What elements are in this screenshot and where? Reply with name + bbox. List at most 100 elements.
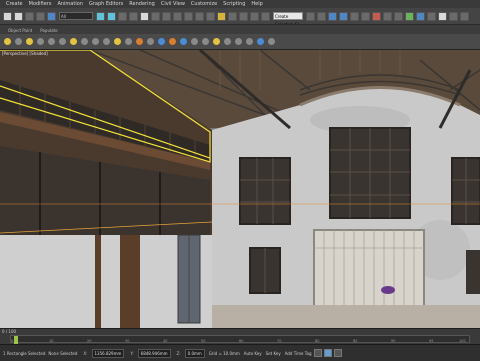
render-setup-icon[interactable] — [383, 11, 392, 21]
menu-modifiers[interactable]: Modifiers — [29, 0, 52, 8]
bone-icon[interactable] — [224, 38, 231, 45]
fire-icon[interactable] — [169, 38, 176, 45]
side-window-left — [239, 157, 291, 225]
rendered-frame-window-icon[interactable] — [394, 11, 403, 21]
graffiti-mark — [381, 286, 395, 294]
workspace-icon[interactable] — [449, 11, 458, 21]
go-to-end-icon[interactable] — [333, 349, 342, 357]
floor — [180, 305, 480, 328]
particle-icon[interactable] — [136, 38, 143, 45]
move-icon[interactable] — [140, 11, 149, 21]
target-icon[interactable] — [125, 38, 132, 45]
tick-label: 20 — [87, 339, 92, 343]
space-warp-icon[interactable] — [59, 38, 66, 45]
a360-icon[interactable] — [438, 11, 447, 21]
z-coord-field[interactable]: 0.0mm — [184, 348, 205, 358]
render-cloud-icon[interactable] — [427, 11, 436, 21]
teapot-icon[interactable] — [15, 38, 22, 45]
menu-scripting[interactable]: Scripting — [223, 0, 245, 8]
schematic-view-icon[interactable] — [361, 11, 370, 21]
pivot-center-icon[interactable] — [195, 11, 204, 21]
mirror-icon[interactable] — [306, 11, 315, 21]
x-coord-label: X: — [83, 350, 88, 356]
placement-icon[interactable] — [173, 11, 182, 21]
menu-rendering[interactable]: Rendering — [129, 0, 155, 8]
add-time-tag-button[interactable]: Add Time Tag — [285, 351, 312, 356]
render-production-icon[interactable] — [405, 11, 414, 21]
scale-icon[interactable] — [162, 11, 171, 21]
angle-snap-icon[interactable] — [228, 11, 237, 21]
tab-populate[interactable]: Populate — [40, 28, 57, 33]
water-icon[interactable] — [180, 38, 187, 45]
camera-icon[interactable] — [37, 38, 44, 45]
time-slider[interactable]: 0 10 20 30 40 50 60 70 80 85 90 95 100 — [10, 335, 470, 344]
geometry-icon[interactable] — [81, 38, 88, 45]
tick-label: 40 — [163, 339, 168, 343]
auto-key-button[interactable]: Auto Key — [244, 351, 262, 356]
light-bulb-icon[interactable] — [4, 38, 11, 45]
menu-customize[interactable]: Customize — [191, 0, 217, 8]
y-coord-field[interactable]: 6848.946mm — [137, 348, 171, 358]
reference-coordinate-icon[interactable] — [184, 11, 193, 21]
main-toolbar: All Create Selection Se — [0, 8, 480, 27]
set-key-button[interactable]: Set Key — [266, 351, 281, 356]
select-object-icon[interactable] — [96, 11, 105, 21]
tick-label: 50 — [201, 339, 206, 343]
selection-filter-dropdown[interactable]: All — [59, 12, 93, 20]
cloth-icon[interactable] — [191, 38, 198, 45]
go-to-start-icon[interactable] — [313, 349, 322, 357]
layer-explorer-icon[interactable] — [328, 11, 337, 21]
grid-size: Grid = 10.0mm — [208, 350, 240, 356]
menu-graph-editors[interactable]: Graph Editors — [89, 0, 123, 8]
menu-animation[interactable]: Animation — [57, 0, 83, 8]
select-by-name-icon[interactable] — [107, 11, 116, 21]
misc-tool-icon[interactable] — [268, 38, 275, 45]
selection-status: 1 Rectangle Selected — [3, 350, 46, 356]
biped-icon[interactable] — [235, 38, 242, 45]
menu-civil-view[interactable]: Civil View — [161, 0, 185, 8]
prompt-line: None Selected — [48, 350, 78, 356]
render-iterative-icon[interactable] — [416, 11, 425, 21]
toggle-ribbon-icon[interactable] — [339, 11, 348, 21]
material-editor-icon[interactable] — [372, 11, 381, 21]
spot-light-icon[interactable] — [70, 38, 77, 45]
menu-help[interactable]: Help — [251, 0, 262, 8]
tab-object-paint[interactable]: Object Paint — [8, 28, 32, 33]
percent-snap-icon[interactable] — [239, 11, 248, 21]
globe-icon[interactable] — [158, 38, 165, 45]
select-manipulate-icon[interactable] — [206, 11, 215, 21]
unlink-icon[interactable] — [36, 11, 45, 21]
edit-named-selection-icon[interactable] — [261, 11, 270, 21]
snaps-toggle-icon[interactable] — [217, 11, 226, 21]
tick-label: 85 — [353, 339, 358, 343]
time-slider-handle[interactable] — [14, 336, 18, 344]
named-selection-input[interactable]: Create Selection Se — [273, 12, 303, 27]
curve-editor-icon[interactable] — [350, 11, 359, 21]
viewport-label[interactable]: [Perspective] [Shaded] — [2, 51, 48, 56]
redo-icon[interactable] — [14, 11, 23, 21]
spinner-snap-icon[interactable] — [250, 11, 259, 21]
undo-icon[interactable] — [3, 11, 12, 21]
play-icon[interactable] — [323, 349, 332, 357]
skylight-icon[interactable] — [213, 38, 220, 45]
helper-icon[interactable] — [48, 38, 55, 45]
omni-light-icon[interactable] — [114, 38, 121, 45]
frame-counter: 0 / 100 — [2, 329, 17, 334]
crowd-icon[interactable] — [246, 38, 253, 45]
rotate-icon[interactable] — [151, 11, 160, 21]
x-coord-field[interactable]: 1356.829mm — [91, 348, 125, 358]
link-icon[interactable] — [25, 11, 34, 21]
perspective-viewport[interactable]: [Perspective] [Shaded] — [0, 50, 480, 328]
align-icon[interactable] — [317, 11, 326, 21]
hair-icon[interactable] — [202, 38, 209, 45]
bind-space-warp-icon[interactable] — [47, 11, 56, 21]
sky-icon[interactable] — [257, 38, 264, 45]
region-select-icon[interactable] — [118, 11, 127, 21]
menu-create[interactable]: Create — [6, 0, 23, 8]
grid-icon[interactable] — [147, 38, 154, 45]
shape-icon[interactable] — [92, 38, 99, 45]
sun-icon[interactable] — [26, 38, 33, 45]
extra-tool-icon[interactable] — [460, 11, 469, 21]
system-icon[interactable] — [103, 38, 110, 45]
window-crossing-icon[interactable] — [129, 11, 138, 21]
